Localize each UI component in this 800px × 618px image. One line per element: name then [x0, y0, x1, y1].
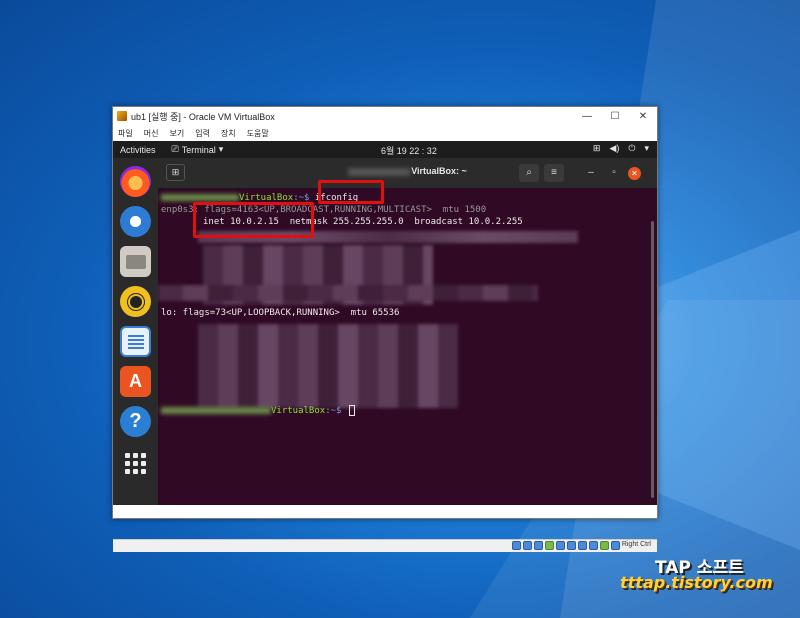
menu-view[interactable]: 보기 [169, 128, 184, 139]
app-menu-label: Terminal [181, 144, 216, 155]
minimize-button[interactable]: — [573, 111, 601, 122]
mouse-integration-icon[interactable] [610, 541, 620, 550]
hamburger-menu-icon[interactable]: ≡ [544, 164, 564, 182]
cpu-icon[interactable] [599, 541, 609, 550]
menu-devices[interactable]: 장치 [221, 128, 236, 139]
terminal-small-icon: ⎚ [171, 144, 179, 154]
menu-input[interactable]: 입력 [195, 128, 210, 139]
window-titlebar[interactable]: ub1 [실행 중] - Oracle VM VirtualBox — ☐ ✕ [113, 107, 657, 125]
vbox-status-bar: Right Ctrl [113, 539, 657, 552]
menu-file[interactable]: 파일 [118, 128, 133, 139]
clock[interactable]: 6월 19 22 : 32 [381, 144, 437, 157]
maximize-button[interactable]: ☐ [601, 111, 629, 122]
system-tray[interactable]: ⊞ ◀) ⏻ ▾ [593, 143, 649, 154]
power-icon: ⏻ [628, 143, 636, 153]
terminal-scrollbar[interactable] [651, 221, 654, 498]
libreoffice-writer-icon[interactable] [120, 326, 151, 357]
virtualbox-app-icon [117, 111, 127, 121]
status-icons: Right Ctrl [511, 541, 651, 550]
highlight-box-inet [193, 202, 314, 238]
display-icon[interactable] [577, 541, 587, 550]
shared-folder-icon[interactable] [566, 541, 576, 550]
virtualbox-window: ub1 [실행 중] - Oracle VM VirtualBox — ☐ ✕ … [112, 106, 658, 552]
hdd-icon[interactable] [511, 541, 521, 550]
close-button[interactable]: ✕ [629, 111, 657, 122]
usb-icon[interactable] [555, 541, 565, 550]
network-icon: ⊞ [592, 143, 601, 153]
lo-line: lo: flags=73<UP,LOOPBACK,RUNNING> mtu 65… [161, 308, 400, 318]
firefox-icon[interactable] [120, 166, 151, 197]
terminal-app-menu[interactable]: ⎚ Terminal ▾ [172, 144, 224, 155]
final-prompt-line: VirtualBox:~$ [161, 405, 355, 416]
watermark-url: tttap.tistory.com [620, 573, 773, 592]
menu-help[interactable]: 도움말 [247, 128, 269, 139]
optical-icon[interactable] [522, 541, 532, 550]
text-cursor [348, 405, 355, 416]
recording-icon[interactable] [588, 541, 598, 550]
activities-button[interactable]: Activities [120, 145, 156, 155]
help-icon[interactable]: ? [120, 406, 151, 437]
rhythmbox-icon[interactable] [120, 286, 151, 317]
network-status-icon[interactable] [544, 541, 554, 550]
ubuntu-software-icon[interactable]: A [120, 366, 151, 397]
chevron-down-icon: ▾ [218, 144, 224, 154]
final-prompt-tail: :~$ [325, 406, 347, 416]
guest-display: Activities ⎚ Terminal ▾ 6월 19 22 : 32 ⊞ … [113, 141, 657, 552]
volume-icon: ◀) [609, 143, 620, 153]
blurred-output [158, 285, 538, 301]
final-prompt-host: VirtualBox [271, 406, 326, 416]
highlight-box-command [318, 180, 384, 204]
gnome-top-bar: Activities ⎚ Terminal ▾ 6월 19 22 : 32 ⊞ … [113, 141, 657, 158]
terminal-headerbar: ⊞ VirtualBox: ~ ⌕ ≡ – ▫ ✕ [158, 158, 657, 188]
minimize-icon[interactable]: – [581, 164, 601, 182]
vbox-menubar: 파일 머신 보기 입력 장치 도움말 [113, 125, 657, 141]
search-icon[interactable]: ⌕ [519, 164, 539, 182]
thunderbird-icon[interactable] [120, 206, 151, 237]
maximize-icon[interactable]: ▫ [604, 164, 624, 182]
audio-icon[interactable] [533, 541, 543, 550]
window-title: ub1 [실행 중] - Oracle VM VirtualBox [131, 111, 275, 122]
host-key-label: Right Ctrl [621, 541, 651, 548]
show-apps-icon[interactable] [120, 446, 151, 477]
chevron-down-icon: ▾ [644, 143, 649, 153]
blurred-output [198, 324, 458, 408]
ubuntu-dock: A ? [113, 158, 158, 505]
terminal-title-text: VirtualBox: ~ [411, 166, 467, 176]
files-icon[interactable] [120, 246, 151, 277]
close-icon[interactable]: ✕ [628, 167, 641, 180]
menu-machine[interactable]: 머신 [144, 128, 159, 139]
